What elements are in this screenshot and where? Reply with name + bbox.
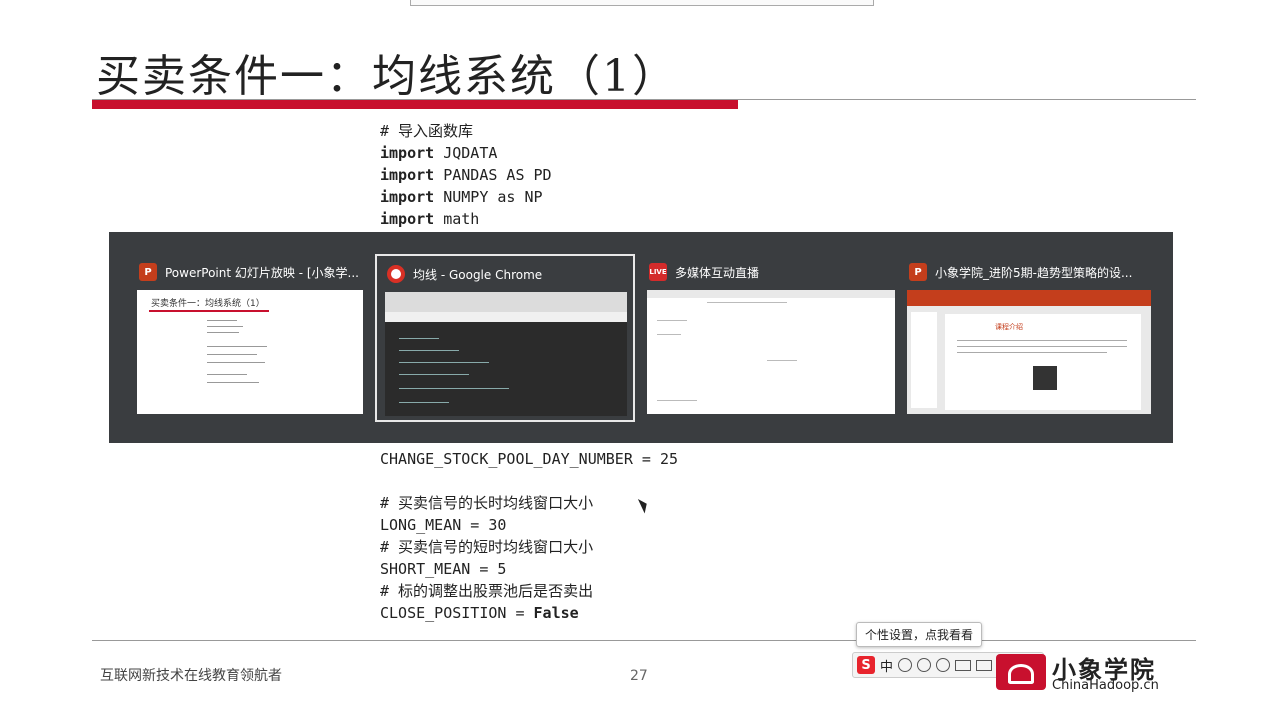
top-toolbar-stub [410,0,874,6]
code-line: CHANGE_STOCK_POOL_DAY_NUMBER = 25 [380,450,679,468]
code-line: # 买卖信号的长时均线窗口大小 [380,494,594,512]
code-text: NUMPY as NP [434,188,543,206]
window-title: PowerPoint 幻灯片放映 - [小象学... [165,265,359,280]
window-thumbnail: 买卖条件一：均线系统（1） [137,290,363,414]
switcher-window-chrome[interactable]: 均线 - Google Chrome [375,254,635,422]
code-text: JQDATA [434,144,498,162]
code-line: import JQDATA [380,142,552,164]
logo-domain: ChinaHadoop.cn [1052,678,1159,693]
window-title: 均线 - Google Chrome [413,267,543,282]
sogou-logo-icon[interactable]: S [857,656,875,674]
footer-rule [92,640,1196,641]
code-line: SHORT_MEAN = 5 [380,560,507,578]
code-line: # 买卖信号的短时均线窗口大小 [380,538,594,556]
code-line: CLOSE_POSITION = False [380,602,678,624]
powerpoint-icon: P [139,263,157,281]
thumbnail-slide-title: 课程介绍 [995,323,1023,331]
code-keyword: import [380,188,435,206]
code-text: PANDAS AS PD [434,166,552,184]
thumbnail-slide-title: 买卖条件一：均线系统（1） [151,299,265,309]
code-text: CLOSE_POSITION = [380,604,534,622]
code-line: LONG_MEAN = 30 [380,516,507,534]
window-thumbnail: 课程介绍 [907,290,1151,414]
code-text: math [434,210,480,228]
window-thumbnail [647,290,895,414]
code-line: import PANDAS AS PD [380,164,552,186]
code-line: # 导入函数库 [380,122,474,140]
code-keyword: import [380,144,435,162]
page-number: 27 [630,668,648,684]
ime-tooltip[interactable]: 个性设置，点我看看 [856,622,983,647]
code-block-bottom: CHANGE_STOCK_POOL_DAY_NUMBER = 25 # 买卖信号… [380,448,678,624]
ime-mode-toggle[interactable]: 中 [880,656,893,675]
window-thumbnail [385,292,627,416]
elephant-logo-icon [996,654,1046,690]
code-keyword: import [380,210,435,228]
qr-code-icon [1033,366,1057,390]
code-line: # 标的调整出股票池后是否卖出 [380,582,594,600]
code-block-top: # 导入函数库 import JQDATA import PANDAS AS PD i… [380,120,552,230]
code-keyword: import [380,166,435,184]
emoji-icon[interactable] [917,658,932,672]
title-accent-bar [92,100,738,109]
powerpoint-icon: P [909,263,927,281]
keyboard-icon[interactable] [955,659,972,671]
punctuation-icon[interactable] [898,658,913,672]
code-line: import NUMPY as NP [380,186,552,208]
window-title: 小象学院_进阶5期-趋势型策略的设... [935,265,1133,280]
switcher-window-powerpoint-edit[interactable]: P 小象学院_进阶5期-趋势型策略的设... 课程介绍 [899,254,1153,422]
switcher-window-powerpoint-show[interactable]: P PowerPoint 幻灯片放映 - [小象学... 买卖条件一：均线系统（… [129,254,371,422]
code-keyword: False [533,604,579,622]
switcher-window-live[interactable]: LIVE 多媒体互动直播 [639,254,895,422]
code-line: import math [380,208,552,230]
slide-title: 买卖条件一：均线系统（1） [96,51,678,102]
live-icon: LIVE [649,263,667,281]
footer-slogan: 互联网新技术在线教育领航者 [100,668,282,684]
alt-tab-switcher: P PowerPoint 幻灯片放映 - [小象学... 买卖条件一：均线系统（… [109,232,1173,443]
microphone-icon[interactable] [936,658,951,672]
chrome-icon [387,265,405,283]
skin-icon[interactable] [976,659,993,671]
brand-logo: 小象学院 ChinaHadoop.cn [996,650,1196,694]
window-title: 多媒体互动直播 [675,265,760,280]
